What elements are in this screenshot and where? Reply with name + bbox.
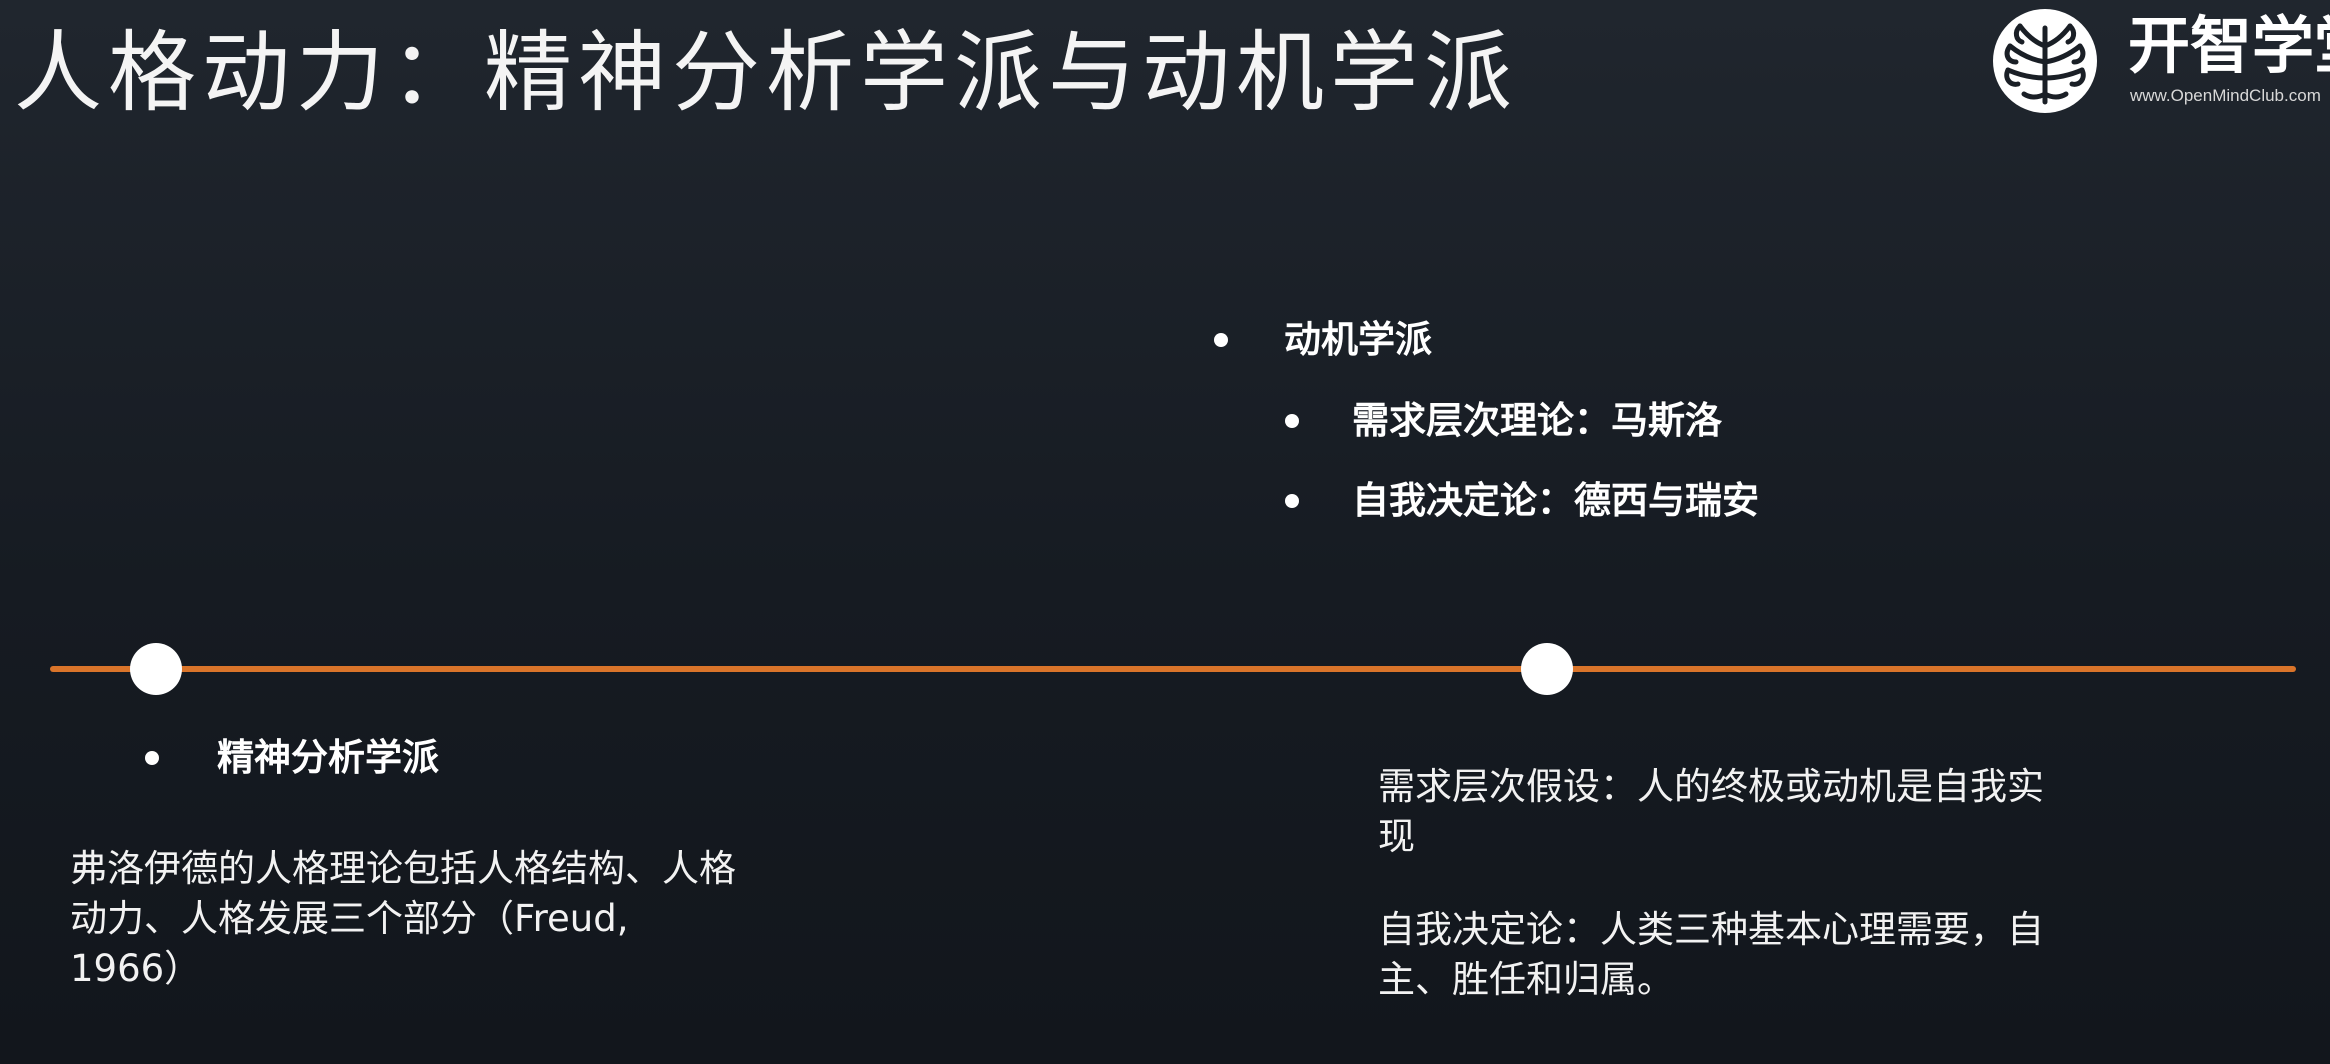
timeline-node-motivation	[1521, 643, 1573, 695]
hierarchy-hypothesis-text: 需求层次假设：人的终极或动机是自我实 现	[1378, 762, 2044, 862]
freud-description-line: 弗洛伊德的人格理论包括人格结构、人格	[70, 847, 736, 890]
motivation-item-label: 自我决定论：德西与瑞安	[1352, 479, 1759, 522]
sdt-needs-text: 自我决定论：人类三种基本心理需要，自 主、胜任和归属。	[1378, 905, 2044, 1005]
hierarchy-hypothesis-line: 现	[1378, 815, 1415, 858]
logo-url: www.OpenMindClub.com	[2130, 86, 2321, 105]
logo-name: 开智学堂	[2128, 9, 2330, 82]
psychoanalytic-school-label: 精神分析学派	[217, 736, 439, 779]
sdt-needs-line: 主、胜任和归属。	[1378, 958, 1674, 1001]
slide: 人格动力：精神分析学派与动机学派 开智学堂	[0, 0, 2330, 1064]
freud-description: 弗洛伊德的人格理论包括人格结构、人格 动力、人格发展三个部分（Freud, 19…	[70, 844, 736, 994]
slide-title: 人格动力：精神分析学派与动机学派	[14, 21, 1519, 124]
sdt-needs-line: 自我决定论：人类三种基本心理需要，自	[1378, 908, 2044, 951]
motivation-item-label: 需求层次理论：马斯洛	[1352, 399, 1722, 442]
timeline-line	[50, 666, 2296, 672]
bullet-icon	[1285, 414, 1299, 428]
freud-description-line: 动力、人格发展三个部分（Freud,	[70, 897, 629, 940]
bullet-icon	[145, 751, 159, 765]
motivation-school-label: 动机学派	[1284, 318, 1432, 361]
timeline-node-psychoanalytic	[130, 643, 182, 695]
brain-tree-icon	[1993, 9, 2097, 113]
bullet-icon	[1214, 333, 1228, 347]
hierarchy-hypothesis-line: 需求层次假设：人的终极或动机是自我实	[1378, 765, 2044, 808]
logo: 开智学堂 www.OpenMindClub.com	[1990, 6, 2330, 116]
bullet-icon	[1285, 494, 1299, 508]
freud-description-line: 1966）	[70, 947, 202, 990]
